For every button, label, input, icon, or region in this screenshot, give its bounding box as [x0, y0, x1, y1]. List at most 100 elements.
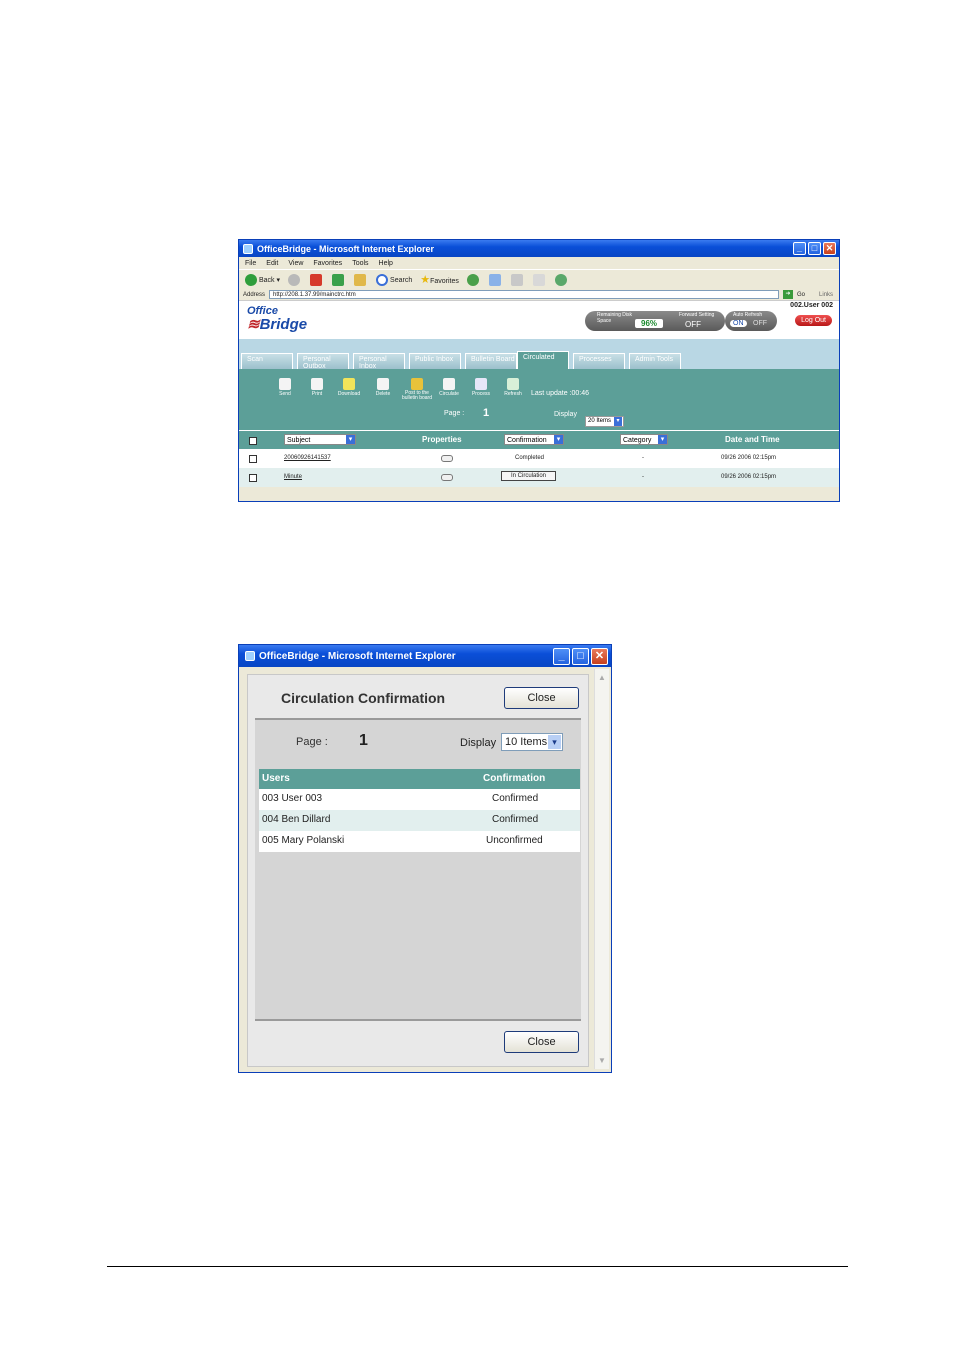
display-select[interactable]: 10 Items [501, 733, 563, 751]
download-icon [343, 378, 355, 390]
remaining-disk-label: Remaining Disk Space [597, 312, 633, 324]
printer-icon [311, 378, 323, 390]
download-button[interactable]: Download [335, 378, 363, 397]
tab-personal-inbox[interactable]: Personal Inbox [353, 353, 405, 370]
forward-arrow-icon[interactable] [288, 273, 301, 286]
address-bar: Address http://208.1.37.99/mainctrc.htm … [239, 289, 839, 300]
row-subject-link[interactable]: 20060926141537 [284, 455, 331, 461]
users-header: Users [262, 773, 290, 784]
close-button-bottom[interactable]: Close [504, 1031, 579, 1053]
tab-admin-tools[interactable]: Admin Tools [629, 353, 681, 369]
officebridge-logo: Office ≋Bridge [247, 305, 308, 333]
row-checkbox[interactable] [249, 474, 257, 482]
search-icon [376, 273, 389, 286]
disk-space-indicator: Remaining Disk Space 96% Forward Setting… [585, 311, 725, 331]
close-window-button[interactable]: ✕ [591, 647, 608, 665]
refresh-icon[interactable] [332, 273, 345, 286]
tab-bulletin-board[interactable]: Bulletin Board [465, 353, 517, 369]
star-icon: ★ [420, 274, 431, 286]
tab-personal-outbox[interactable]: Personal Outbox [297, 353, 349, 370]
auto-refresh-toggle[interactable]: Auto Refresh ON OFF [725, 311, 777, 331]
send-button[interactable]: Send [271, 378, 299, 397]
refresh-list-icon [507, 378, 519, 390]
user-name: 004 Ben Dillard [262, 814, 331, 825]
print-button[interactable]: Print [303, 378, 331, 397]
stop-icon[interactable] [310, 273, 323, 286]
minimize-button[interactable]: _ [793, 242, 806, 255]
minimize-button[interactable]: _ [553, 647, 570, 665]
table-row[interactable]: Minute In Circulation - 09/26 2006 02:15… [239, 468, 839, 487]
search-button[interactable]: Search [376, 273, 412, 286]
auto-refresh-off[interactable]: OFF [753, 320, 767, 327]
vertical-scrollbar[interactable]: ▲ ▼ [594, 669, 609, 1069]
process-button[interactable]: Process [467, 378, 495, 397]
print-icon[interactable] [510, 273, 523, 286]
popup-content: Circulation Confirmation Close Page : 1 … [247, 674, 589, 1067]
go-arrow-icon[interactable]: ➜ [783, 290, 794, 299]
mail-icon[interactable] [488, 273, 501, 286]
remaining-disk-value: 96% [635, 319, 664, 328]
row-subject-link[interactable]: Minute [284, 474, 302, 480]
close-window-button[interactable]: ✕ [823, 242, 836, 255]
menu-view[interactable]: View [288, 260, 303, 267]
properties-icon[interactable] [441, 455, 453, 462]
confirmation-filter-select[interactable]: Confirmation [504, 434, 564, 445]
tab-bar: Scan Personal Outbox Personal Inbox Publ… [239, 339, 839, 370]
in-circulation-button[interactable]: In Circulation [501, 471, 557, 481]
tab-scan[interactable]: Scan [241, 353, 293, 369]
circulation-popup-window: OfficeBridge - Microsoft Internet Explor… [238, 644, 612, 1073]
scroll-up-icon[interactable]: ▲ [598, 673, 606, 682]
display-label: Display [460, 737, 497, 749]
menu-tools[interactable]: Tools [352, 260, 368, 267]
maximize-button[interactable]: □ [808, 242, 821, 255]
messages-grid-header: Subject Properties Confirmation Category… [239, 431, 839, 449]
display-label: Display [554, 411, 577, 418]
select-all-checkbox[interactable] [249, 437, 257, 445]
close-button-top[interactable]: Close [504, 687, 579, 709]
address-input[interactable]: http://208.1.37.99/mainctrc.htm [269, 290, 780, 299]
main-window-titlebar[interactable]: OfficeBridge - Microsoft Internet Explor… [239, 240, 839, 257]
properties-header: Properties [422, 435, 462, 444]
refresh-button[interactable]: Refresh [499, 378, 527, 397]
tab-processes[interactable]: Processes [573, 353, 625, 369]
popup-titlebar[interactable]: OfficeBridge - Microsoft Internet Explor… [239, 645, 611, 667]
delete-button[interactable]: Delete [369, 378, 397, 397]
messenger-icon[interactable] [554, 273, 567, 286]
officebridge-header: Office ≋Bridge Remaining Disk Space 96% … [239, 300, 839, 339]
popup-window-title: OfficeBridge - Microsoft Internet Explor… [259, 650, 456, 662]
go-button[interactable]: Go [797, 292, 805, 298]
menu-edit[interactable]: Edit [266, 260, 278, 267]
confirmation-status: Unconfirmed [486, 835, 543, 846]
category-filter-select[interactable]: Category [620, 434, 668, 445]
trash-icon [377, 378, 389, 390]
links-label[interactable]: Links [819, 292, 833, 298]
row-checkbox[interactable] [249, 455, 257, 463]
tab-public-inbox[interactable]: Public Inbox [409, 353, 461, 369]
circulation-confirmation-heading: Circulation Confirmation [281, 690, 446, 706]
edit-icon[interactable] [532, 273, 545, 286]
circulate-button[interactable]: Circulate [435, 378, 463, 397]
home-icon[interactable] [354, 273, 367, 286]
maximize-button[interactable]: □ [572, 647, 589, 665]
post-bulletin-button[interactable]: Post to the bulletin board [401, 378, 433, 401]
logout-button[interactable]: Log Out [794, 314, 833, 327]
menu-bar: File Edit View Favorites Tools Help [239, 257, 839, 269]
scroll-down-icon[interactable]: ▼ [598, 1056, 606, 1065]
subject-sort-select[interactable]: Subject [284, 434, 356, 445]
display-select[interactable]: 20 Items [585, 416, 625, 427]
confirmation-panel: Page : 1 Display 10 Items Users Confirma… [255, 718, 581, 1021]
footer-rule [107, 1266, 848, 1267]
table-row[interactable]: 20060926141537 Completed - 09/26 2006 02… [239, 449, 839, 468]
menu-favorites[interactable]: Favorites [313, 260, 342, 267]
tab-circulated[interactable]: Circulated [517, 351, 569, 369]
forward-setting-value: OFF [685, 320, 701, 329]
auto-refresh-on[interactable]: ON [730, 320, 747, 327]
properties-icon[interactable] [441, 474, 453, 481]
users-table-header: Users Confirmation [259, 769, 580, 789]
menu-file[interactable]: File [245, 260, 256, 267]
back-button[interactable]: Back ▾ [245, 273, 280, 286]
history-icon[interactable] [466, 273, 479, 286]
favorites-button[interactable]: ★Favorites [420, 273, 459, 286]
row-category: - [642, 474, 644, 480]
menu-help[interactable]: Help [379, 260, 393, 267]
